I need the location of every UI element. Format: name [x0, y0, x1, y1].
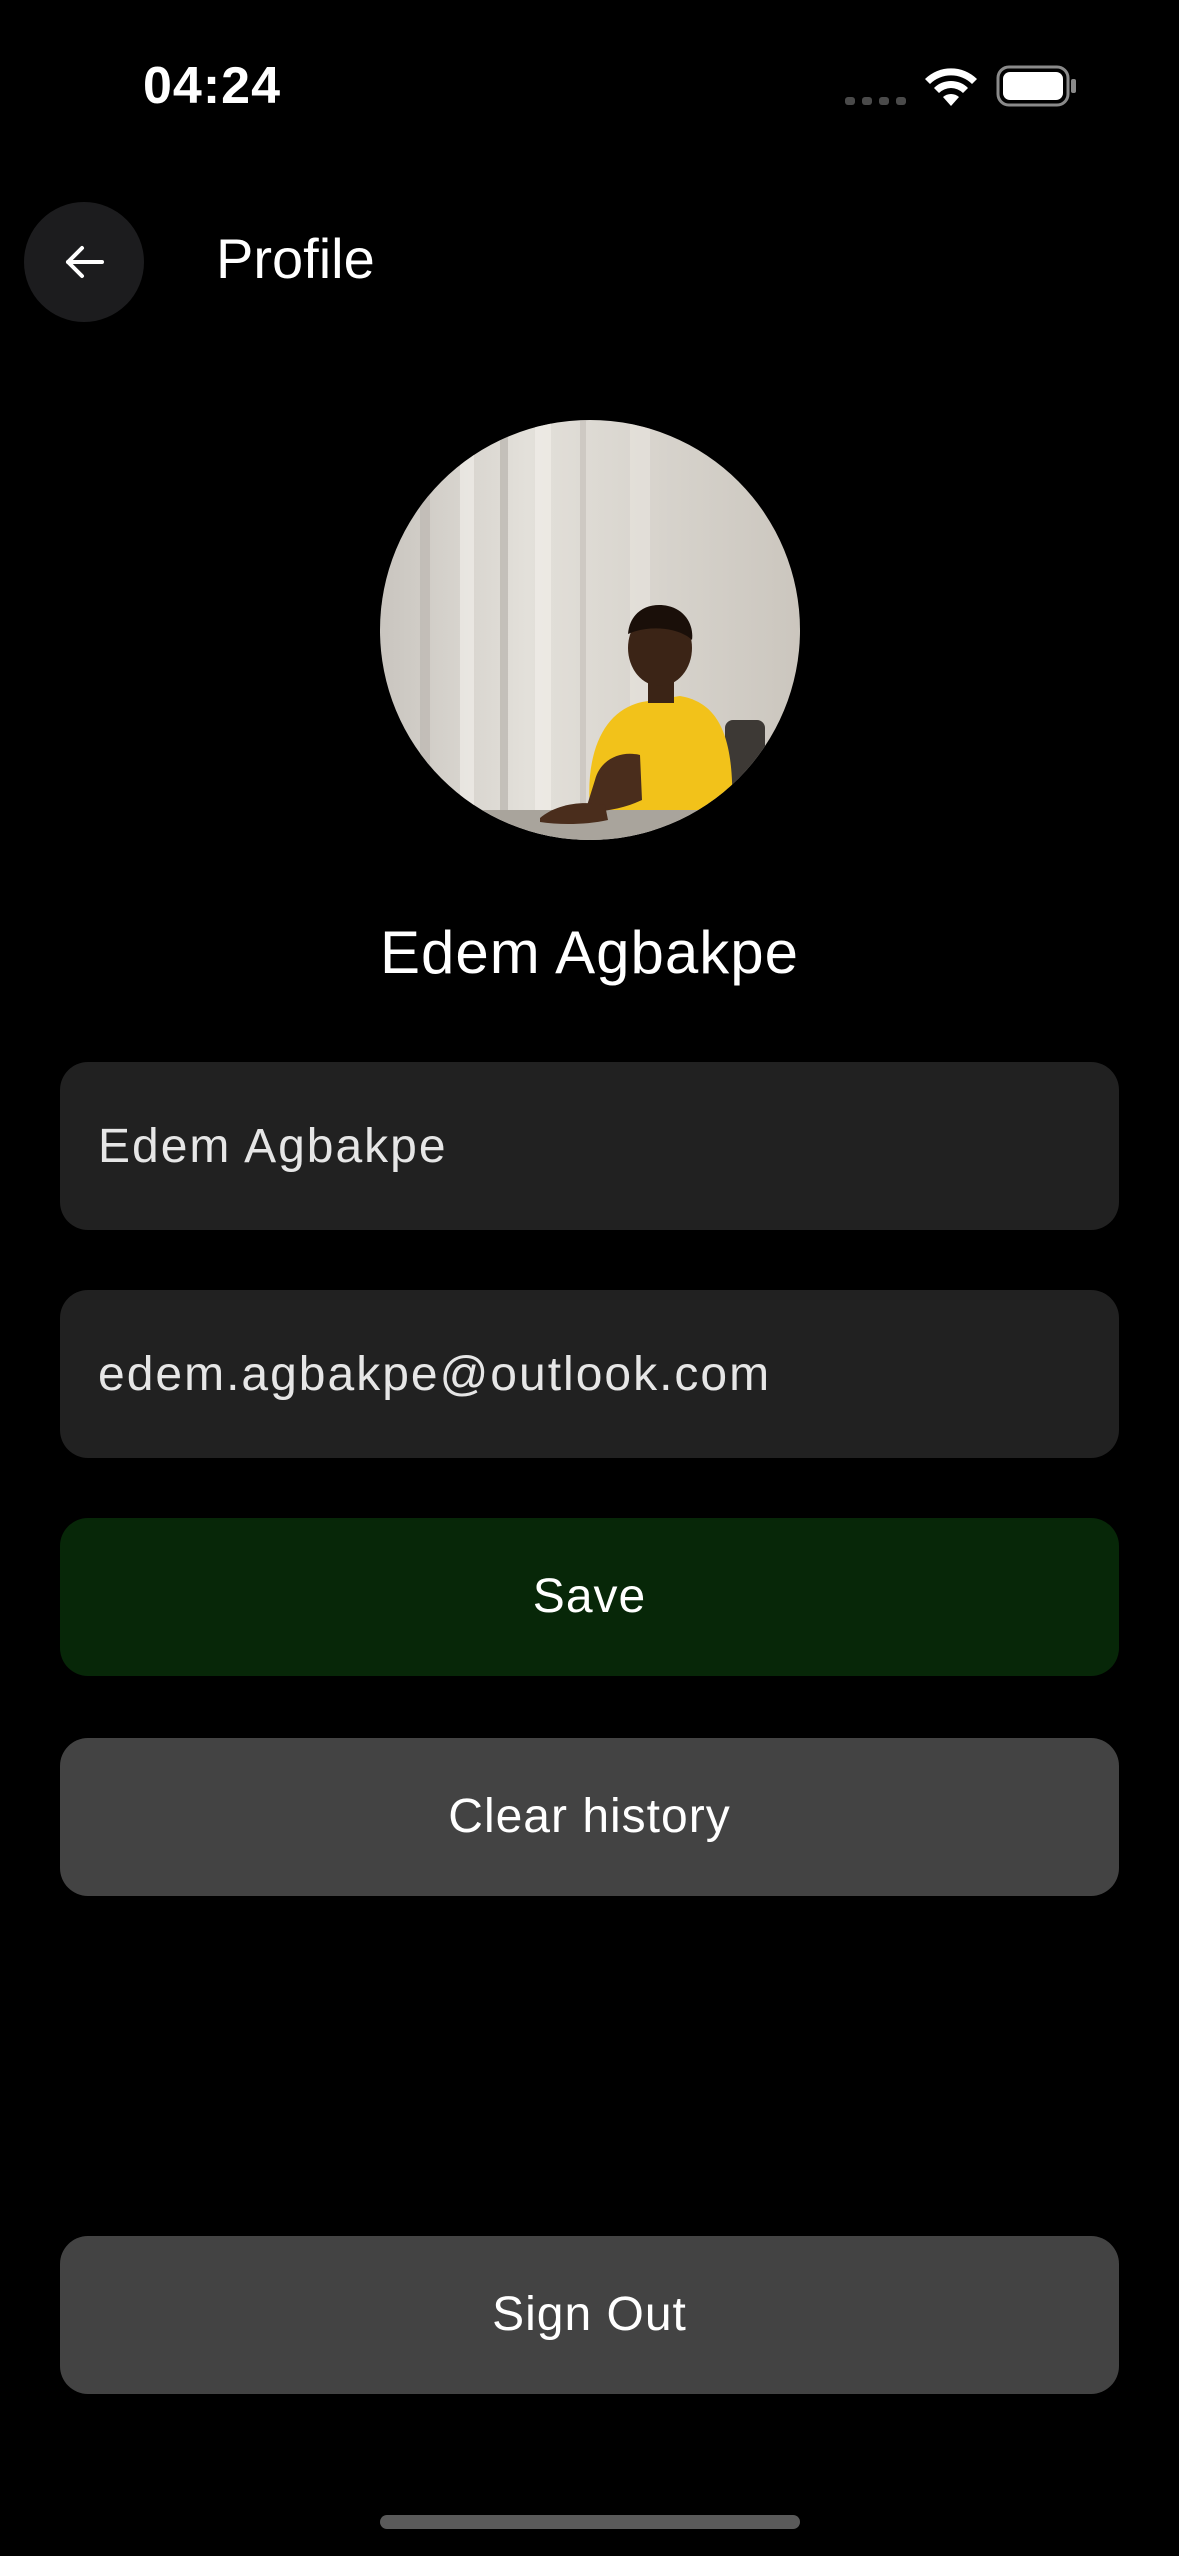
back-button[interactable] [24, 202, 144, 322]
home-indicator[interactable] [380, 2515, 800, 2529]
name-field[interactable] [60, 1062, 1119, 1230]
wifi-icon [925, 68, 977, 106]
cellular-signal-icon [845, 97, 906, 105]
page-title: Profile [216, 227, 375, 290]
avatar[interactable] [380, 420, 800, 840]
sign-out-button[interactable]: Sign Out [60, 2236, 1119, 2394]
clear-history-button[interactable]: Clear history [60, 1738, 1119, 1896]
battery-icon [996, 65, 1076, 107]
email-field[interactable] [60, 1290, 1119, 1458]
save-button[interactable]: Save [60, 1518, 1119, 1676]
status-bar: 04:24 [0, 0, 1179, 150]
name-input[interactable] [60, 1062, 1119, 1230]
status-time: 04:24 [143, 57, 281, 115]
arrow-left-icon [66, 246, 104, 278]
email-input[interactable] [60, 1290, 1119, 1458]
header: Profile [0, 190, 1179, 330]
profile-display-name: Edem Agbakpe [380, 919, 799, 986]
profile-photo [380, 420, 800, 840]
